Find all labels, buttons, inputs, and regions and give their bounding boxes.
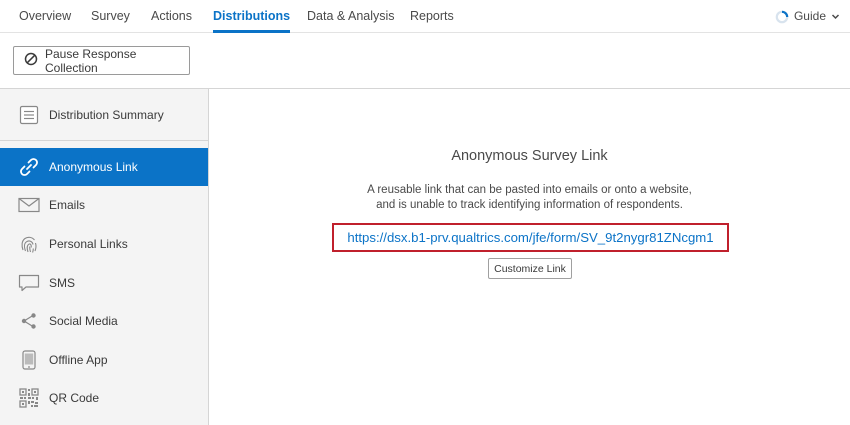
sidebar-item-label: Distribution Summary <box>49 107 164 122</box>
pause-button-label: Pause Response Collection <box>45 46 137 75</box>
tab-data-analysis[interactable]: Data & Analysis <box>307 0 395 33</box>
tab-actions[interactable]: Actions <box>151 0 192 33</box>
share-icon <box>18 310 40 332</box>
tab-overview[interactable]: Overview <box>19 0 71 33</box>
link-icon <box>18 156 40 178</box>
distribution-sidebar: Distribution Summary Anonymous Link Emai… <box>0 89 209 425</box>
sidebar-item-personal-links[interactable]: Personal Links <box>0 225 208 263</box>
page-title: Anonymous Survey Link <box>451 148 608 164</box>
pause-response-collection-button[interactable]: Pause Response Collection <box>13 46 190 75</box>
main-panel: Anonymous Survey Link A reusable link th… <box>209 89 850 425</box>
phone-icon <box>18 349 40 371</box>
sidebar-item-label: SMS <box>49 276 76 290</box>
sidebar-item-emails[interactable]: Emails <box>0 186 208 224</box>
sidebar-item-label: Personal Links <box>49 237 128 251</box>
link-description: A reusable link that can be pasted into … <box>209 183 850 212</box>
qr-code-icon <box>18 387 40 409</box>
chat-bubble-icon <box>18 272 40 294</box>
sidebar-item-qr-code[interactable]: QR Code <box>0 379 208 417</box>
guide-button[interactable]: Guide <box>775 0 840 33</box>
sidebar-item-anonymous-link[interactable]: Anonymous Link <box>0 148 208 186</box>
survey-link-highlight: https://dsx.b1-prv.qualtrics.com/jfe/for… <box>332 223 729 252</box>
envelope-icon <box>18 194 40 216</box>
list-icon <box>18 104 40 126</box>
sidebar-item-label: Offline App <box>49 353 108 367</box>
tab-reports[interactable]: Reports <box>410 0 454 33</box>
sidebar-item-label: QR Code <box>49 391 100 405</box>
description-line: and is unable to track identifying infor… <box>376 198 683 211</box>
guide-label: Guide <box>793 9 826 23</box>
progress-ring-icon <box>775 10 789 24</box>
pause-circle-icon <box>24 52 38 69</box>
anonymous-survey-link[interactable]: https://dsx.b1-prv.qualtrics.com/jfe/for… <box>347 230 713 245</box>
chevron-down-icon <box>831 12 840 21</box>
description-line: A reusable link that can be pasted into … <box>367 184 692 196</box>
sidebar-item-sms[interactable]: SMS <box>0 264 208 302</box>
tab-survey[interactable]: Survey <box>91 0 130 33</box>
top-nav: Overview Survey Actions Distributions Da… <box>0 0 850 33</box>
sidebar-item-social-media[interactable]: Social Media <box>0 302 208 340</box>
sidebar-item-label: Social Media <box>49 314 118 328</box>
sidebar-item-distribution-summary[interactable]: Distribution Summary <box>0 89 208 141</box>
sidebar-item-offline-app[interactable]: Offline App <box>0 341 208 379</box>
tab-distributions[interactable]: Distributions <box>213 0 291 33</box>
customize-link-button[interactable]: Customize Link <box>488 258 572 279</box>
sidebar-item-label: Emails <box>49 198 86 212</box>
app-window: Overview Survey Actions Distributions Da… <box>0 0 850 425</box>
fingerprint-icon <box>18 233 40 255</box>
sidebar-item-label: Anonymous Link <box>49 160 138 174</box>
toolbar: Pause Response Collection <box>0 33 850 89</box>
